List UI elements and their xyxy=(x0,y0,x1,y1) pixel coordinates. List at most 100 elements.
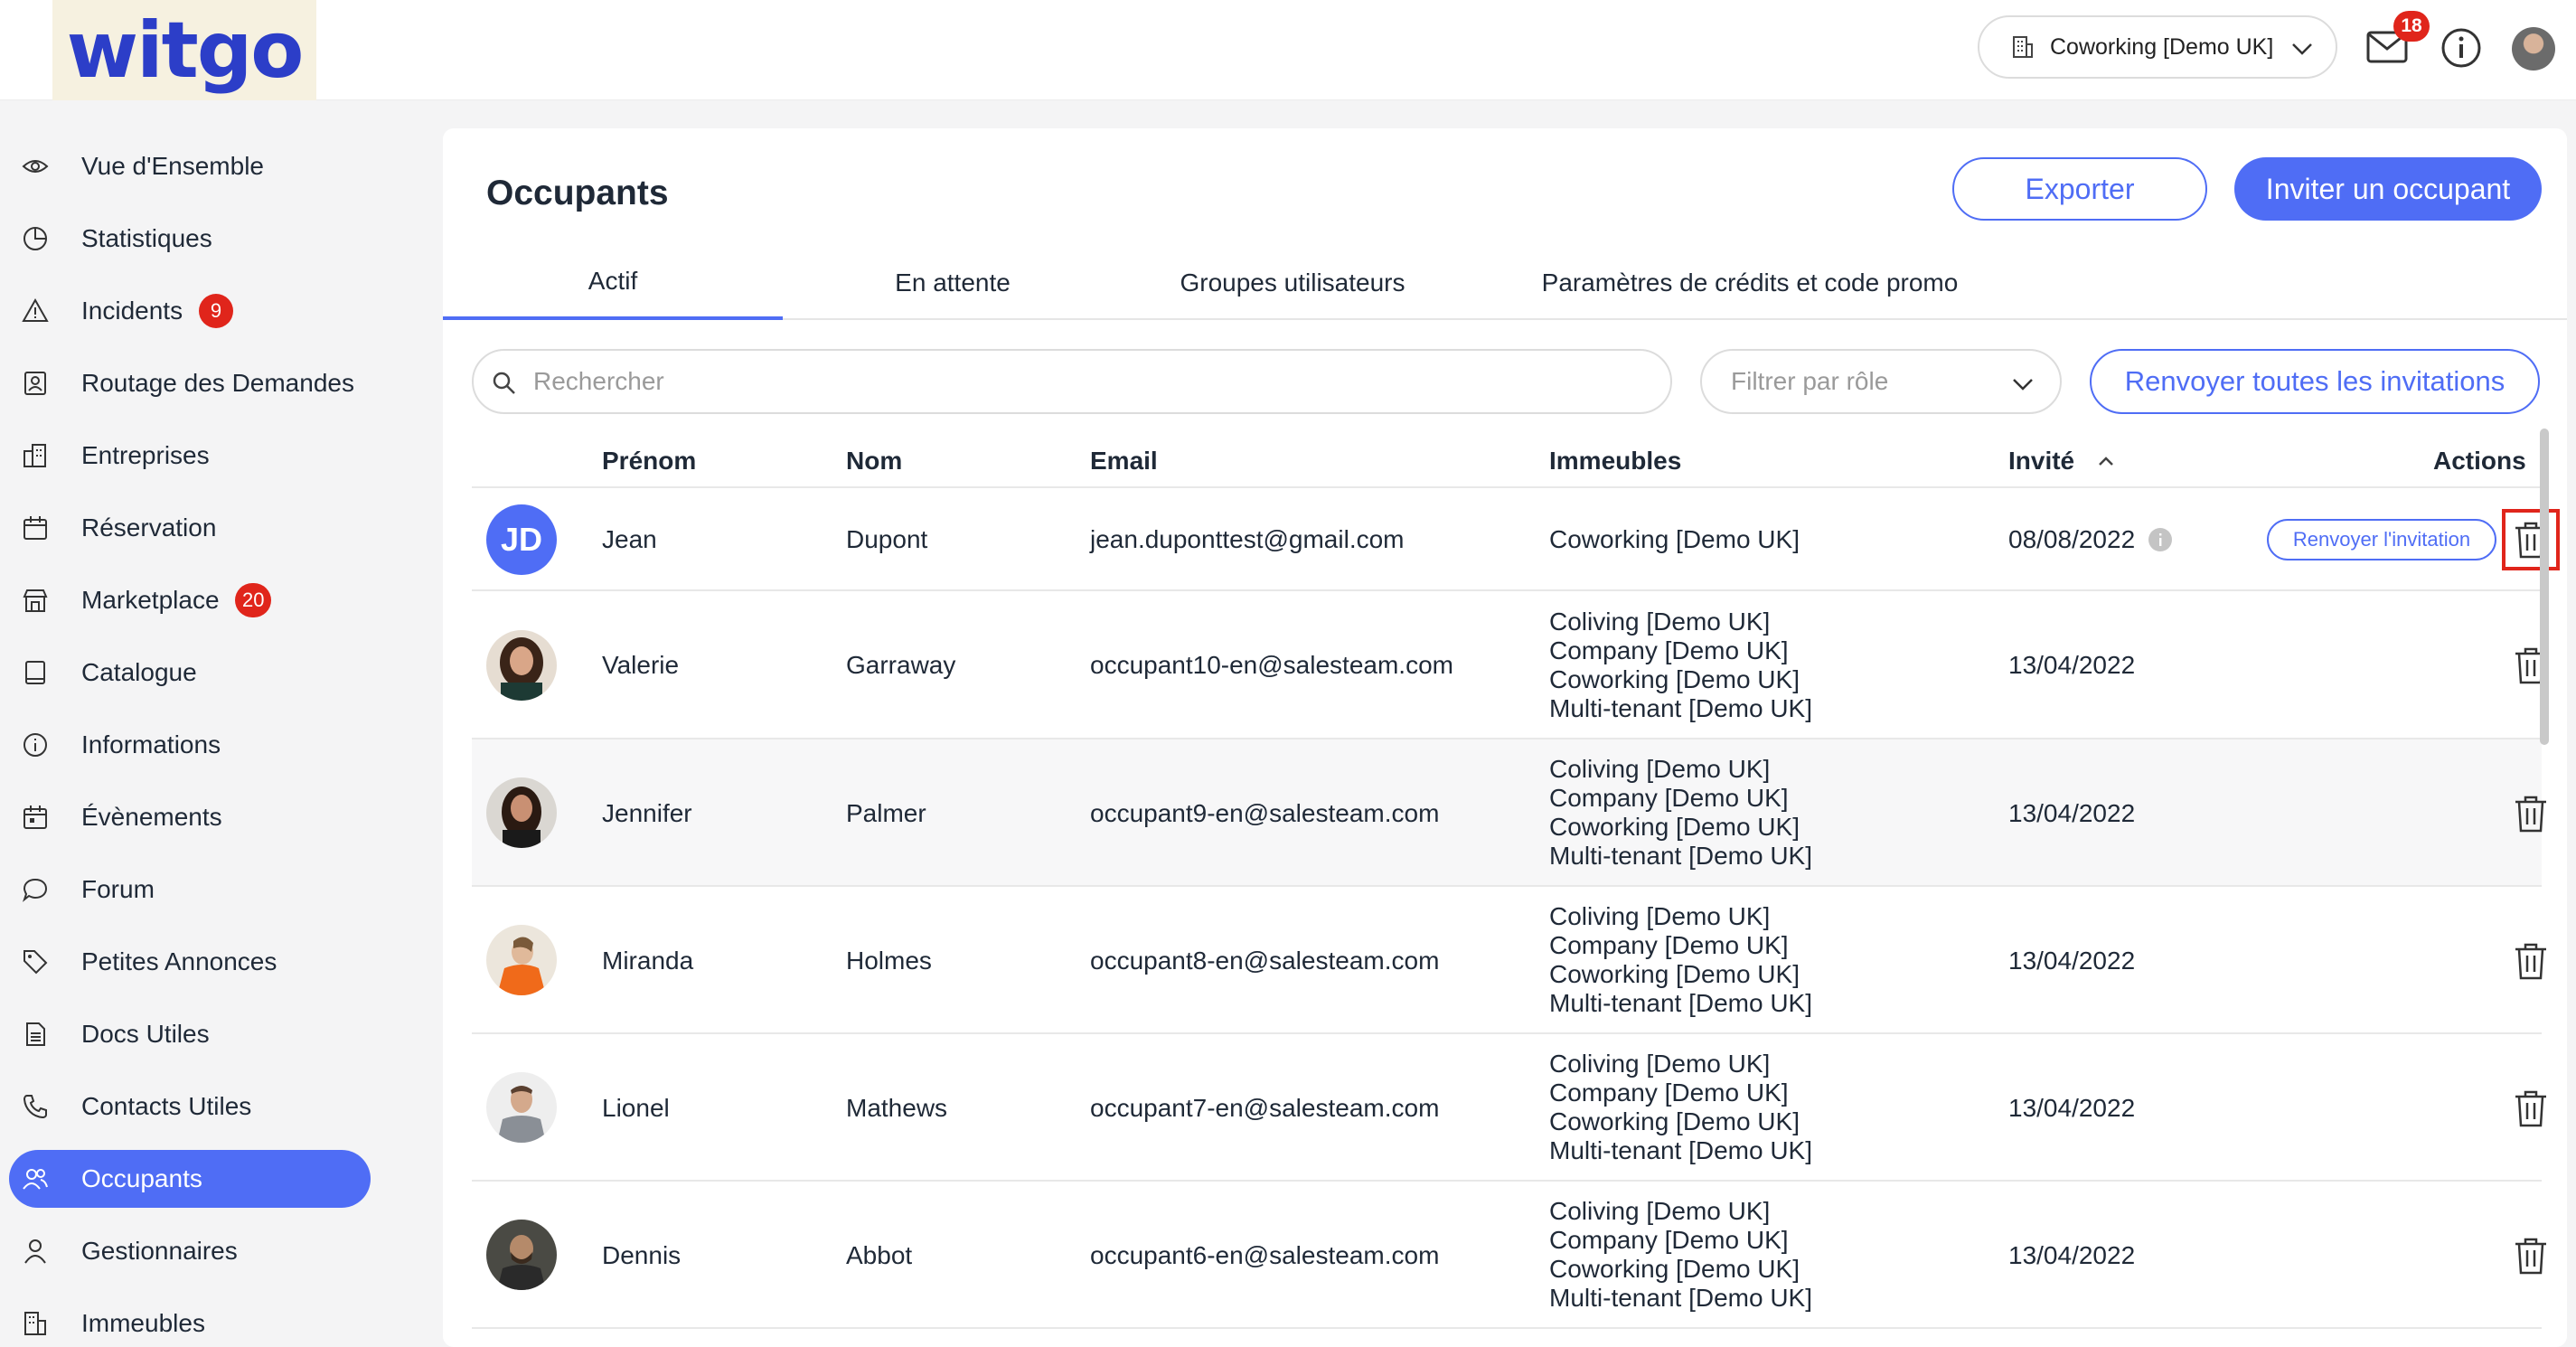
user-avatar[interactable] xyxy=(2512,27,2555,71)
export-button[interactable]: Exporter xyxy=(1952,157,2207,221)
trash-icon[interactable] xyxy=(2513,1236,2549,1276)
email: occupant9-en@salesteam.com xyxy=(1090,798,1440,827)
sidebar-item-catalogue[interactable]: Catalogue xyxy=(9,644,371,702)
sidebar-item-docs-utiles[interactable]: Docs Utiles xyxy=(9,1005,371,1063)
sidebar-item-informations[interactable]: Informations xyxy=(9,716,371,774)
building: Coworking [Demo UK] xyxy=(1549,1107,1800,1135)
incidents-badge: 9 xyxy=(199,294,233,328)
info-icon xyxy=(24,733,47,757)
info-icon[interactable] xyxy=(2440,27,2482,69)
first-name: Lionel xyxy=(602,1093,670,1122)
trash-icon[interactable] xyxy=(2513,941,2549,981)
building: Company [Demo UK] xyxy=(1549,636,1789,664)
table-scrollbar[interactable] xyxy=(2540,429,2549,745)
trash-icon[interactable] xyxy=(2513,794,2549,834)
sidebar-item-label: Réservation xyxy=(81,513,217,542)
column-header-prenom[interactable]: Prénom xyxy=(602,434,696,488)
table-row[interactable]: Dennis Abbot occupant6-en@salesteam.com … xyxy=(472,1182,2546,1329)
avatar xyxy=(486,777,557,848)
sidebar-item-label: Évènements xyxy=(81,803,222,831)
column-header-actions: Actions xyxy=(2433,447,2526,475)
avatar xyxy=(486,1220,557,1290)
last-name: Mathews xyxy=(846,1093,948,1122)
table-header: Prénom Nom Email Immeubles Invité Action… xyxy=(472,434,2542,488)
sidebar-item-evenements[interactable]: Évènements xyxy=(9,788,371,846)
main-panel: Occupants Exporter Inviter un occupant A… xyxy=(443,128,2567,1347)
tab-en-attente[interactable]: En attente xyxy=(783,246,1123,320)
info-circle-icon[interactable] xyxy=(2148,527,2173,552)
buildings-list: Coliving [Demo UK] Company [Demo UK] Cow… xyxy=(1549,1050,1812,1165)
buildings-icon xyxy=(24,444,46,467)
last-name: Dupont xyxy=(846,525,928,553)
sidebar-item-incidents[interactable]: Incidents 9 xyxy=(9,282,371,340)
column-header-immeubles[interactable]: Immeubles xyxy=(1549,434,1681,488)
sidebar-item-vue-ensemble[interactable]: Vue d'Ensemble xyxy=(9,137,371,195)
sidebar-item-gestionnaires[interactable]: Gestionnaires xyxy=(9,1222,371,1280)
tab-groupes-utilisateurs[interactable]: Groupes utilisateurs xyxy=(1123,246,1462,320)
table-row[interactable]: Valerie Garraway occupant10-en@salesteam… xyxy=(472,591,2546,739)
last-name: Abbot xyxy=(846,1240,913,1269)
document-icon xyxy=(26,1022,45,1046)
table-row[interactable]: Jennifer Palmer occupant9-en@salesteam.c… xyxy=(472,739,2546,887)
sidebar-item-immeubles[interactable]: Immeubles xyxy=(9,1295,371,1347)
chevron-down-icon xyxy=(2013,379,2033,391)
building-selector[interactable]: Coworking [Demo UK] xyxy=(1978,15,2337,79)
column-header-invite[interactable]: Invité xyxy=(2008,434,2116,488)
sidebar-item-reservation[interactable]: Réservation xyxy=(9,499,371,557)
tab-parametres-credits[interactable]: Paramètres de crédits et code promo xyxy=(1462,246,2037,320)
first-name: Valerie xyxy=(602,651,680,679)
search-input[interactable]: Rechercher xyxy=(472,349,1672,414)
invited-date: 13/04/2022 xyxy=(2008,946,2136,975)
sidebar-item-label: Incidents xyxy=(81,297,183,325)
column-header-nom[interactable]: Nom xyxy=(846,434,902,488)
sidebar-item-label: Informations xyxy=(81,730,221,758)
table-row[interactable]: Miranda Holmes occupant8-en@salesteam.co… xyxy=(472,887,2546,1034)
resend-invitation-button[interactable]: Renvoyer l'invitation xyxy=(2267,519,2496,560)
warning-icon xyxy=(22,297,49,322)
role-filter-select[interactable]: Filtrer par rôle xyxy=(1700,349,2062,414)
sidebar-item-petites-annonces[interactable]: Petites Annonces xyxy=(9,933,371,991)
invited-date: 13/04/2022 xyxy=(2008,651,2136,679)
sidebar-item-statistiques[interactable]: Statistiques xyxy=(9,210,371,268)
sidebar-item-label: Routage des Demandes xyxy=(81,369,354,397)
building: Coliving [Demo UK] xyxy=(1549,608,1771,636)
sidebar-item-label: Catalogue xyxy=(81,658,197,686)
table-row[interactable]: JD Jean Dupont jean.duponttest@gmail.com… xyxy=(472,488,2560,591)
eye-icon xyxy=(22,160,49,173)
sidebar-item-label: Vue d'Ensemble xyxy=(81,152,264,180)
building: Company [Demo UK] xyxy=(1549,1079,1789,1107)
sidebar-item-label: Entreprises xyxy=(81,441,210,469)
sidebar-item-label: Forum xyxy=(81,875,155,903)
building: Company [Demo UK] xyxy=(1549,1226,1789,1254)
sidebar-item-forum[interactable]: Forum xyxy=(9,861,371,918)
building: Company [Demo UK] xyxy=(1549,784,1789,812)
tab-actif[interactable]: Actif xyxy=(443,246,783,320)
invited-date: 13/04/2022 xyxy=(2008,798,2136,827)
pie-chart-icon xyxy=(24,227,47,250)
avatar xyxy=(486,630,557,701)
sidebar-item-label: Statistiques xyxy=(81,224,212,252)
sidebar-item-label: Petites Annonces xyxy=(81,947,277,975)
role-filter-placeholder: Filtrer par rôle xyxy=(1731,367,1889,395)
tag-icon xyxy=(24,950,48,975)
building: Multi-tenant [Demo UK] xyxy=(1549,694,1812,722)
last-name: Holmes xyxy=(846,946,932,975)
sidebar-item-label: Immeubles xyxy=(81,1309,205,1337)
sidebar-item-label: Occupants xyxy=(81,1164,202,1192)
calendar-icon xyxy=(24,516,47,540)
building: Coworking [Demo UK] xyxy=(1549,665,1800,693)
witgo-logo[interactable]: witgo xyxy=(52,0,316,100)
column-header-email[interactable]: Email xyxy=(1090,434,1158,488)
invite-occupant-button[interactable]: Inviter un occupant xyxy=(2234,157,2542,221)
sidebar-item-marketplace[interactable]: Marketplace 20 xyxy=(9,571,371,629)
sidebar-item-routage[interactable]: Routage des Demandes xyxy=(9,354,371,412)
store-icon xyxy=(23,589,48,612)
resend-all-invitations-button[interactable]: Renvoyer toutes les invitations xyxy=(2090,349,2540,414)
sidebar-item-contacts-utiles[interactable]: Contacts Utiles xyxy=(9,1078,371,1135)
page-title: Occupants xyxy=(486,174,669,212)
table-row[interactable]: Lionel Mathews occupant7-en@salesteam.co… xyxy=(472,1034,2546,1182)
sidebar-item-occupants[interactable]: Occupants xyxy=(9,1150,371,1208)
trash-icon[interactable] xyxy=(2513,1088,2549,1128)
sidebar-item-entreprises[interactable]: Entreprises xyxy=(9,427,371,485)
first-name: Jennifer xyxy=(602,798,692,827)
